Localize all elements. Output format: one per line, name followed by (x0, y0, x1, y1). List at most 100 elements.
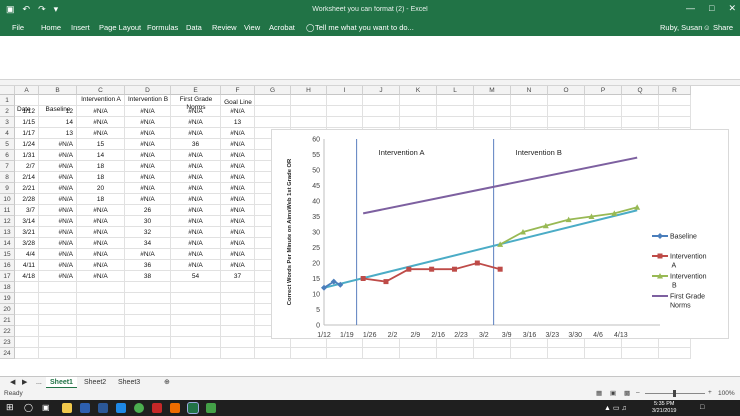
row-header[interactable]: 8 (0, 172, 15, 183)
cell[interactable]: #N/A (77, 128, 125, 139)
cell[interactable] (39, 315, 77, 326)
cell[interactable]: 34 (125, 238, 171, 249)
row-header[interactable]: 10 (0, 194, 15, 205)
row-header[interactable]: 20 (0, 304, 15, 315)
cell[interactable]: 4/4 (15, 249, 39, 260)
cell[interactable]: 14 (77, 150, 125, 161)
cell[interactable] (622, 348, 659, 359)
column-header[interactable]: M (474, 86, 511, 95)
cell[interactable] (171, 337, 221, 348)
cell[interactable] (363, 117, 400, 128)
row-header[interactable]: 3 (0, 117, 15, 128)
column-header[interactable]: Q (622, 86, 659, 95)
cell[interactable] (363, 106, 400, 117)
row-header[interactable]: 14 (0, 238, 15, 249)
cell[interactable] (659, 106, 691, 117)
tab-insert[interactable]: Insert (71, 23, 90, 32)
cell[interactable]: #N/A (77, 260, 125, 271)
zoom-out-icon[interactable]: – (636, 389, 640, 396)
cell[interactable] (39, 95, 77, 106)
cell[interactable]: #N/A (221, 227, 255, 238)
column-header[interactable]: E (171, 86, 221, 95)
column-header[interactable]: A (15, 86, 39, 95)
cell[interactable] (255, 106, 291, 117)
tab-acrobat[interactable]: Acrobat (269, 23, 295, 32)
line-chart[interactable]: 0 5 10 15 20 25 30 35 40 45 50 55 60 1/12 1/19 1/26 2/2 2… (271, 129, 729, 339)
cell[interactable]: #N/A (221, 150, 255, 161)
tab-home[interactable]: Home (41, 23, 61, 32)
row-header[interactable]: 16 (0, 260, 15, 271)
cell[interactable] (255, 117, 291, 128)
cell[interactable] (15, 326, 39, 337)
cell[interactable] (171, 304, 221, 315)
cell[interactable] (39, 326, 77, 337)
cell[interactable] (400, 106, 437, 117)
cell[interactable] (171, 293, 221, 304)
cell[interactable] (474, 348, 511, 359)
cell[interactable] (622, 106, 659, 117)
cell[interactable]: #N/A (221, 238, 255, 249)
cell[interactable]: #N/A (39, 194, 77, 205)
zoom-in-icon[interactable]: + (708, 389, 712, 396)
column-header[interactable]: J (363, 86, 400, 95)
acrobat-icon[interactable] (152, 403, 162, 413)
cell[interactable] (511, 106, 548, 117)
tab-data[interactable]: Data (186, 23, 202, 32)
cell[interactable]: #N/A (39, 227, 77, 238)
cell[interactable]: #N/A (39, 139, 77, 150)
cell[interactable]: #N/A (171, 238, 221, 249)
cell[interactable] (221, 326, 255, 337)
row-header[interactable]: 9 (0, 183, 15, 194)
column-header[interactable]: P (585, 86, 622, 95)
cell[interactable] (255, 348, 291, 359)
cell[interactable] (221, 282, 255, 293)
cell[interactable] (39, 348, 77, 359)
column-header[interactable]: F (221, 86, 255, 95)
row-header[interactable]: 12 (0, 216, 15, 227)
row-header[interactable]: 2 (0, 106, 15, 117)
cell[interactable] (585, 106, 622, 117)
tab-review[interactable]: Review (212, 23, 237, 32)
cell[interactable] (221, 337, 255, 348)
cell[interactable] (363, 348, 400, 359)
cell[interactable] (77, 348, 125, 359)
cell[interactable] (327, 348, 363, 359)
cell[interactable]: 36 (171, 139, 221, 150)
cell[interactable]: 13 (221, 117, 255, 128)
row-header[interactable]: 6 (0, 150, 15, 161)
outlook-icon[interactable] (80, 403, 90, 413)
cell[interactable] (291, 117, 327, 128)
cell[interactable]: 1/24 (15, 139, 39, 150)
cell[interactable] (659, 348, 691, 359)
cell[interactable]: #N/A (39, 172, 77, 183)
cell[interactable]: 18 (77, 194, 125, 205)
cell[interactable]: #N/A (77, 238, 125, 249)
row-header[interactable]: 1 (0, 95, 15, 106)
cell[interactable]: #N/A (125, 249, 171, 260)
cell[interactable]: 3/28 (15, 238, 39, 249)
page-break-view-icon[interactable]: ▩ (624, 389, 630, 397)
cell[interactable]: #N/A (125, 150, 171, 161)
cell[interactable]: #N/A (125, 106, 171, 117)
tab-formulas[interactable]: Formulas (147, 23, 178, 32)
cell[interactable]: #N/A (221, 172, 255, 183)
column-header[interactable]: B (39, 86, 77, 95)
cell[interactable]: 2/14 (15, 172, 39, 183)
cell[interactable] (585, 117, 622, 128)
column-header[interactable]: C (77, 86, 125, 95)
header-cell[interactable]: First Grade Norms (171, 96, 221, 112)
cell[interactable] (363, 95, 400, 106)
cell[interactable]: #N/A (171, 194, 221, 205)
cell[interactable]: #N/A (125, 117, 171, 128)
cell[interactable] (400, 348, 437, 359)
cell[interactable]: #N/A (125, 161, 171, 172)
cell[interactable]: #N/A (221, 128, 255, 139)
cell[interactable]: #N/A (171, 227, 221, 238)
cell[interactable]: #N/A (77, 227, 125, 238)
cell[interactable]: #N/A (171, 128, 221, 139)
cell[interactable]: 2/28 (15, 194, 39, 205)
tab-page-layout[interactable]: Page Layout (99, 23, 141, 32)
cell[interactable]: #N/A (221, 260, 255, 271)
cell[interactable] (39, 293, 77, 304)
cell[interactable] (511, 348, 548, 359)
